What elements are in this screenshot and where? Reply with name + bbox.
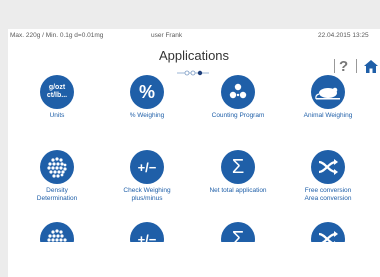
animal-icon [311, 75, 345, 109]
divider [356, 59, 357, 73]
app-header: Applications ? [8, 42, 380, 76]
divider [334, 59, 335, 73]
percent-icon: % [130, 75, 164, 109]
balance-screen: Max. 220g / Min. 0.1g d=0.01mg user Fran… [8, 29, 380, 277]
app-percent-weighing[interactable]: % % Weighing [104, 75, 190, 120]
counting-icon [221, 75, 255, 109]
units-icon: g/ozt ct/lb... [40, 75, 74, 109]
home-icon[interactable] [363, 59, 379, 74]
app-label: % Weighing [129, 112, 165, 119]
app-density-determination[interactable]: Density Determination [14, 150, 100, 202]
density-icon [40, 150, 74, 184]
sigma-icon: Σ [221, 222, 255, 242]
status-bar: Max. 220g / Min. 0.1g d=0.01mg user Fran… [8, 29, 380, 42]
app-label: Check Weighing plus/minus [123, 187, 171, 202]
app-label: Counting Program [211, 112, 265, 119]
app-counting-program[interactable]: Counting Program [195, 75, 281, 120]
date-time: 22.04.2015 13:25 [318, 32, 369, 39]
density-icon [40, 222, 74, 242]
app-check-weighing-2[interactable]: +/− [130, 222, 164, 242]
sigma-icon: Σ [221, 150, 255, 184]
plus-minus-icon: +/− [130, 222, 164, 242]
user-name: user Frank [151, 32, 183, 39]
app-units[interactable]: g/ozt ct/lb... Units [14, 75, 100, 120]
app-label: Animal Weighing [303, 112, 353, 119]
conversion-icon [311, 222, 345, 242]
app-net-total-2[interactable]: Σ [221, 222, 255, 242]
app-free-conversion-2[interactable] [311, 222, 345, 242]
plus-minus-icon: +/− [130, 150, 164, 184]
capacity-readout: Max. 220g / Min. 0.1g d=0.01mg [10, 32, 104, 39]
app-animal-weighing[interactable]: Animal Weighing [285, 75, 371, 120]
app-label: Net total application [209, 187, 267, 194]
app-label: Density Determination [36, 187, 78, 202]
help-button[interactable]: ? [339, 58, 348, 75]
app-free-conversion[interactable]: Free conversion Area conversion [285, 150, 371, 202]
app-density-determination-2[interactable] [40, 222, 74, 242]
app-label: Units [49, 112, 65, 119]
page-title: Applications [158, 48, 230, 63]
conversion-icon [311, 150, 345, 184]
app-check-weighing[interactable]: +/− Check Weighing plus/minus [104, 150, 190, 202]
app-label: Free conversion Area conversion [304, 187, 352, 202]
app-net-total[interactable]: Σ Net total application [195, 150, 281, 195]
